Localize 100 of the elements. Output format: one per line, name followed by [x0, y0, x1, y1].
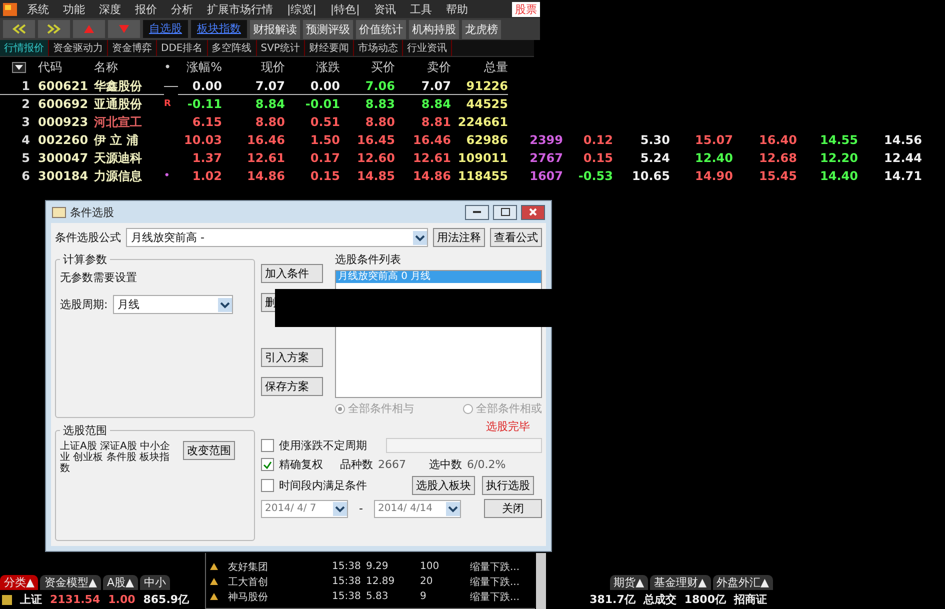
column-header[interactable]: • [164, 60, 178, 74]
period-field[interactable] [386, 438, 542, 453]
table-cell-text: 16.46 [412, 132, 451, 148]
category-tab[interactable]: 资金模型▲ [40, 574, 101, 590]
group-title: 计算参数 [62, 252, 108, 267]
dialog-button[interactable]: 用法注释 [433, 228, 485, 247]
close-dialog-button[interactable]: 关闭 [484, 499, 542, 518]
checkbox[interactable] [261, 439, 274, 452]
toolbar-link[interactable]: 板块指数 [191, 20, 247, 38]
dropdown-caret-icon[interactable] [333, 502, 347, 516]
list-name[interactable]: 工大首创 [228, 574, 332, 588]
maximize-button[interactable] [493, 204, 517, 220]
menu-brand-tab[interactable]: 股票 [512, 2, 540, 16]
table-cell-text: 12.61 [246, 150, 285, 166]
menu-item[interactable]: 分析 [164, 2, 200, 16]
date-field[interactable]: 2014/ 4/14 [374, 500, 461, 518]
stock-name: 河北宣工 [94, 114, 143, 130]
menu-item[interactable]: 帮助 [438, 2, 475, 16]
category-tab[interactable]: 分类▲ [0, 574, 38, 590]
menu-item[interactable]: 系统 [20, 2, 56, 16]
toolbar-button[interactable]: 财报解读 [250, 20, 300, 38]
column-header[interactable]: 现价 [222, 58, 285, 76]
side-button[interactable]: 引入方案 [261, 348, 323, 367]
double-right-arrow-icon [47, 24, 61, 34]
volume-cell-text: 109011 [456, 150, 508, 166]
scrollbar[interactable] [536, 553, 546, 609]
side-button[interactable]: 加入条件 [261, 264, 323, 283]
double-left-arrow-icon [12, 24, 26, 34]
back-button[interactable] [3, 20, 35, 38]
table-cell: 7.07 [395, 78, 451, 94]
close-button[interactable] [521, 204, 545, 220]
menu-item[interactable]: 报价 [128, 2, 164, 16]
table-cell-text: 8.84 [420, 96, 451, 112]
side-button[interactable]: 保存方案 [261, 377, 323, 396]
table-cell-text: 2767 [528, 150, 563, 166]
list-note: 缩量下跌... [470, 560, 521, 574]
column-header[interactable]: 代码 [38, 58, 94, 76]
date-field[interactable]: 2014/ 4/ 7 [261, 500, 348, 518]
minimize-icon [473, 210, 481, 214]
table-cell-text: 8.80 [254, 114, 285, 130]
table-cell-text: 16.45 [356, 132, 395, 148]
checkbox[interactable] [261, 479, 274, 492]
column-header[interactable]: 总量 [451, 58, 508, 76]
dropdown-caret-icon[interactable] [218, 298, 232, 312]
dropdown-caret-icon[interactable] [446, 502, 460, 516]
table-cell-text: -0.11 [186, 96, 222, 112]
minimize-button[interactable] [465, 204, 489, 220]
column-header[interactable]: 涨幅% [178, 58, 222, 76]
window-title: 条件选股 [70, 204, 114, 220]
toolbar-button[interactable]: 价值统计 [356, 20, 406, 38]
table-cell-text: 12.44 [883, 150, 922, 166]
list-title: 选股条件列表 [335, 252, 402, 267]
table-cell-text: 1.02 [191, 168, 222, 184]
dropdown-caret-icon[interactable] [413, 230, 427, 244]
table-cell-text: 16.46 [246, 132, 285, 148]
table-cell-text: 0.17 [309, 150, 340, 166]
toolbar-button[interactable]: 龙虎榜 [462, 20, 501, 38]
menu-item[interactable]: 工具 [402, 2, 439, 16]
menu-item[interactable]: |综览| [280, 2, 324, 16]
formula-select[interactable]: 月线放突前高 - [126, 228, 428, 247]
table-cell-text: 12.60 [356, 150, 395, 166]
checkbox[interactable] [261, 458, 274, 471]
list-name[interactable]: 友好集团 [228, 560, 332, 574]
category-tab[interactable]: 期货▲ [610, 574, 648, 590]
toolbar-button[interactable]: 机构持股 [409, 20, 459, 38]
list-volume: 100 [420, 561, 440, 572]
category-tab[interactable]: 中小 [140, 574, 170, 590]
column-header[interactable]: 卖价 [395, 58, 451, 76]
category-tab[interactable]: 外盘外汇▲ [712, 574, 773, 590]
column-header[interactable]: 买价 [340, 58, 395, 76]
menu-item[interactable]: 扩展市场行情 [200, 2, 280, 16]
list-name[interactable]: 神马股份 [228, 590, 332, 604]
table-cell-text: 15.07 [694, 132, 733, 148]
dialog-button[interactable]: 查看公式 [490, 228, 542, 247]
category-tab[interactable]: 基金理财▲ [650, 574, 711, 590]
dialog-button[interactable]: 选股入板块 [412, 476, 475, 495]
column-header[interactable]: 涨跌 [285, 58, 340, 76]
toolbar-link[interactable]: 自选股 [143, 20, 188, 38]
table-cell-text: 14.55 [819, 132, 858, 148]
dialog-button[interactable]: 执行选股 [482, 476, 534, 495]
menu-item[interactable]: 资讯 [366, 2, 403, 16]
toolbar-button[interactable]: 预测评级 [303, 20, 353, 38]
menu-item[interactable]: 功能 [56, 2, 92, 16]
dropdown-icon[interactable] [12, 62, 26, 72]
list-price: 9.29 [366, 561, 390, 572]
forward-button[interactable] [38, 20, 70, 38]
stock-code: 600692 [38, 96, 90, 112]
row-number: 5 [20, 150, 31, 166]
category-tab[interactable]: A股▲ [102, 574, 138, 590]
status-text: 2131.54 [50, 593, 100, 606]
stock-code: 300047 [38, 150, 90, 166]
menu-item[interactable]: 深度 [92, 2, 128, 16]
column-header[interactable]: 名称 [94, 58, 164, 76]
status-text: 选股完毕 [486, 419, 530, 434]
period-select[interactable]: 月线 [112, 295, 233, 314]
table-cell-text: 1.37 [191, 150, 222, 166]
menu-item[interactable]: |特色| [323, 2, 367, 16]
table-cell-text: -0.53 [577, 168, 613, 184]
tab[interactable]: 行情报价 [0, 40, 49, 56]
change-range-button[interactable]: 改变范围 [183, 441, 235, 460]
